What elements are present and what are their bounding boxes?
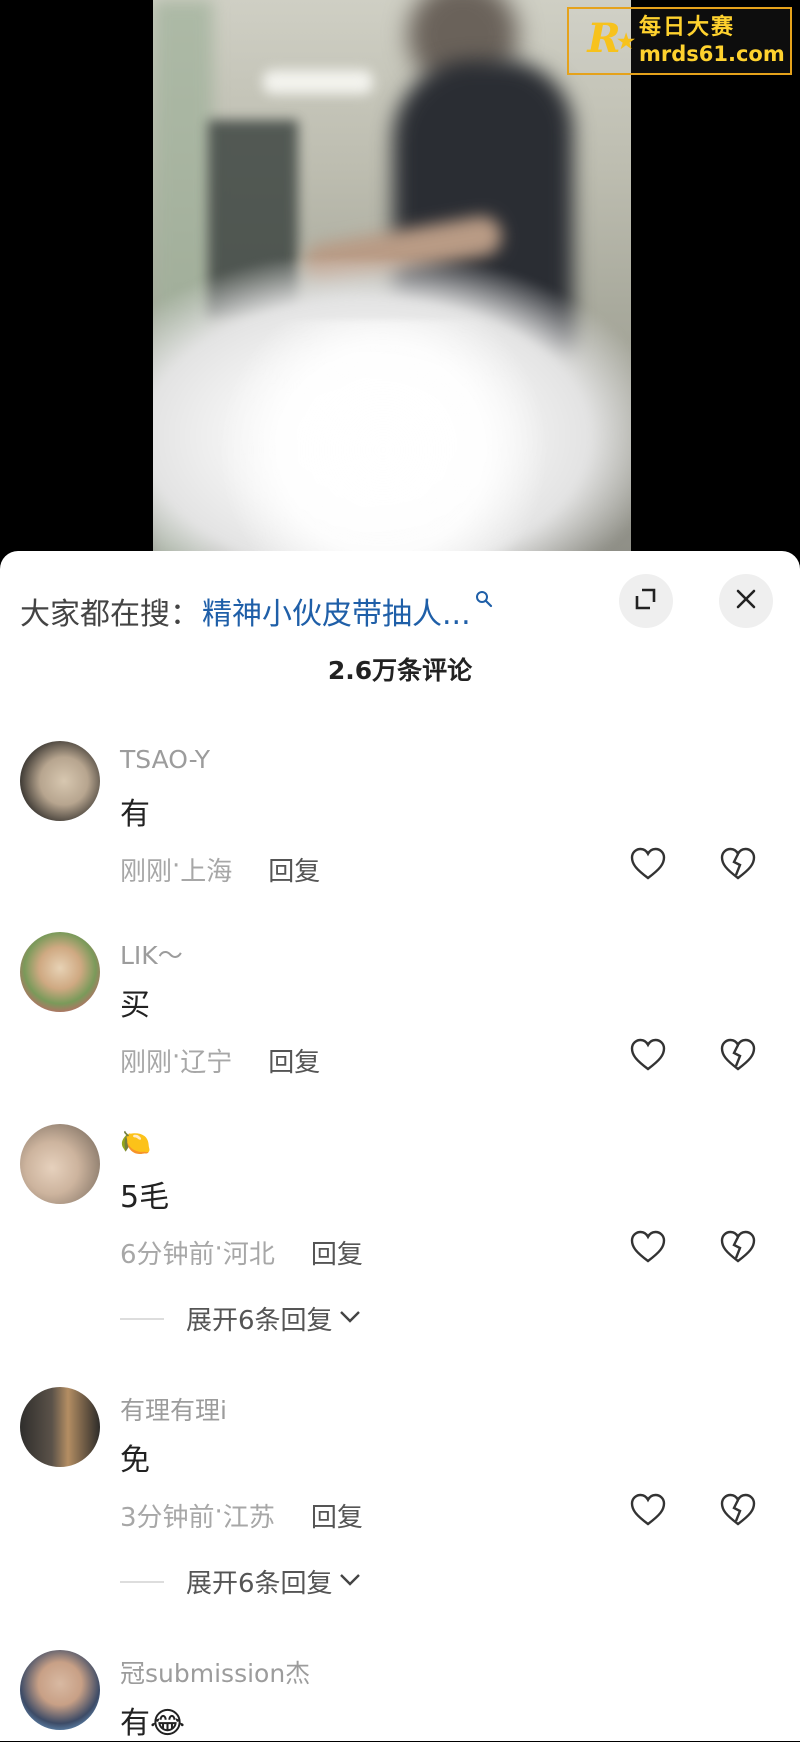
search-prefix-label: 大家都在搜： xyxy=(20,597,200,632)
comment-text: 免 xyxy=(120,1443,150,1478)
comment-username[interactable]: 有理有理i xyxy=(120,1391,227,1427)
heart-icon[interactable] xyxy=(630,1038,666,1076)
comment-time: 刚刚 xyxy=(120,857,173,887)
trending-search-row[interactable]: 大家都在搜： 精神小伙皮带抽人... xyxy=(20,586,493,636)
comment-count-title: 2.6万条评论 xyxy=(327,656,473,685)
meta-separator: · xyxy=(172,1042,181,1072)
reply-button[interactable]: 回复 xyxy=(268,851,320,888)
broken-heart-icon[interactable] xyxy=(720,1038,756,1076)
comment-time: 刚刚 xyxy=(120,1048,173,1078)
avatar[interactable] xyxy=(20,1650,100,1730)
heart-icon[interactable] xyxy=(630,847,666,885)
broken-heart-icon[interactable] xyxy=(720,1493,756,1531)
watermark-name: 每日大赛 xyxy=(639,15,736,40)
comment-username[interactable]: LIK～ xyxy=(120,936,183,972)
site-watermark: R ★ 每日大赛 mrds61.com xyxy=(567,7,792,75)
expand-replies-button[interactable]: 展开6条回复 xyxy=(120,1563,361,1600)
comment-text: 有😂 xyxy=(120,1706,186,1741)
avatar[interactable] xyxy=(20,1387,100,1467)
meta-separator: · xyxy=(214,1234,223,1264)
video-dust-cloud-core xyxy=(193,320,573,560)
avatar[interactable] xyxy=(20,1124,100,1204)
close-icon xyxy=(734,587,758,615)
video-player[interactable]: R ★ 每日大赛 mrds61.com xyxy=(0,0,800,560)
watermark-logo-letter: R xyxy=(587,15,621,62)
avatar[interactable] xyxy=(20,741,100,821)
divider-line xyxy=(120,1580,164,1583)
broken-heart-icon[interactable] xyxy=(720,847,756,885)
comment-location: 江苏 xyxy=(222,1503,275,1533)
expand-icon xyxy=(633,586,659,616)
expand-replies-button[interactable]: 展开6条回复 xyxy=(120,1300,361,1337)
watermark-url: mrds61.com xyxy=(639,42,785,66)
reply-button[interactable]: 回复 xyxy=(268,1042,320,1079)
search-icon xyxy=(475,590,493,612)
comment-location: 上海 xyxy=(180,857,233,887)
divider-line xyxy=(120,1317,164,1320)
reply-button[interactable]: 回复 xyxy=(311,1234,363,1271)
video-frame[interactable] xyxy=(153,0,631,560)
chevron-down-icon xyxy=(339,1309,361,1328)
comment-text: 买 xyxy=(120,988,150,1023)
meta-separator: · xyxy=(172,851,181,881)
comment-meta: 3分钟前 · 江苏 回复 xyxy=(120,1497,363,1534)
comment-meta: 刚刚 · 辽宁 回复 xyxy=(120,1042,320,1079)
expand-button[interactable] xyxy=(619,574,673,628)
comment-text: 5毛 xyxy=(120,1180,170,1215)
comments-sheet: 大家都在搜： 精神小伙皮带抽人... 2.6万条评论 TSAO-Y 有 刚刚 ·… xyxy=(0,551,800,1741)
comment-meta: 6分钟前 · 河北 回复 xyxy=(120,1234,363,1271)
expand-replies-label: 展开6条回复 xyxy=(186,1306,333,1336)
comment-time: 6分钟前 xyxy=(120,1240,215,1270)
lemon-emoji: 🍋 xyxy=(120,1128,152,1157)
heart-icon[interactable] xyxy=(630,1230,666,1268)
reply-button[interactable]: 回复 xyxy=(311,1497,363,1534)
avatar[interactable] xyxy=(20,932,100,1012)
comment-location: 辽宁 xyxy=(180,1048,233,1078)
trending-search-link[interactable]: 精神小伙皮带抽人... xyxy=(202,589,471,633)
comment-username[interactable]: 冠submission杰 xyxy=(120,1654,310,1690)
chevron-down-icon xyxy=(339,1572,361,1591)
video-ceiling-light xyxy=(263,70,373,94)
comment-location: 河北 xyxy=(222,1240,275,1270)
expand-replies-label: 展开6条回复 xyxy=(186,1569,333,1599)
close-button[interactable] xyxy=(719,574,773,628)
heart-icon[interactable] xyxy=(630,1493,666,1531)
comment-time: 3分钟前 xyxy=(120,1503,215,1533)
comment-username[interactable]: TSAO-Y xyxy=(120,745,210,774)
watermark-logo: R ★ xyxy=(573,11,635,71)
comment-meta: 刚刚 · 上海 回复 xyxy=(120,851,320,888)
comment-username[interactable]: 🍋 xyxy=(120,1128,151,1158)
broken-heart-icon[interactable] xyxy=(720,1230,756,1268)
star-icon: ★ xyxy=(617,29,635,53)
meta-separator: · xyxy=(214,1497,223,1527)
comment-text: 有 xyxy=(120,797,150,832)
